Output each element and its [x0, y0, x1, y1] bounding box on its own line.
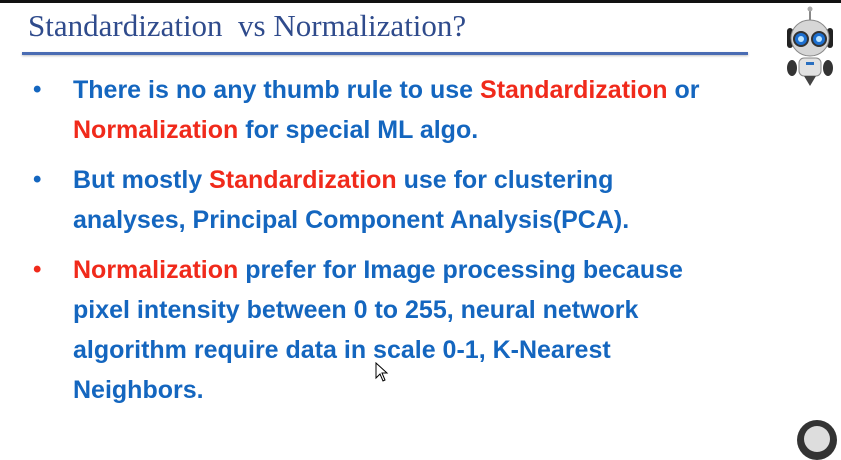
bullet-dot: • [33, 76, 42, 103]
text-segment: or [667, 76, 700, 104]
presenter-avatar-icon [797, 420, 837, 460]
text-segment: use for clustering [396, 166, 614, 194]
text-segment: Neighbors. [73, 376, 204, 404]
robot-icon [782, 6, 838, 93]
bullet-line: But mostly Standardization use for clust… [73, 160, 613, 200]
title-underline [22, 52, 748, 55]
highlighted-term: Normalization [73, 116, 239, 144]
text-segment: But mostly [73, 166, 210, 194]
text-segment: analyses, Principal Component Analysis(P… [73, 206, 630, 234]
bullet-line: Normalization prefer for Image processin… [73, 250, 683, 290]
video-top-bar [0, 0, 841, 3]
text-segment: There is no any thumb rule to use [73, 76, 481, 104]
bullet-line: Neighbors. [73, 370, 204, 410]
bullet-line: algorithm require data in scale 0-1, K-N… [73, 330, 611, 370]
slide-title: Standardization vs Normalization? [28, 8, 467, 43]
mouse-cursor-icon [375, 361, 389, 387]
text-segment: prefer for Image processing because [238, 256, 683, 284]
highlighted-term: Standardization [480, 76, 668, 104]
bullet-dot: • [33, 166, 42, 193]
bullet-line: Normalization for special ML algo. [73, 110, 478, 150]
text-segment: pixel intensity between 0 to 255, neural… [73, 296, 639, 324]
text-segment: algorithm require data in scale 0-1, K-N… [73, 336, 611, 364]
bullet-line: pixel intensity between 0 to 255, neural… [73, 290, 638, 330]
bullet-line: There is no any thumb rule to use Standa… [73, 70, 699, 110]
text-segment: for special ML algo. [238, 116, 479, 144]
highlighted-term: Normalization [73, 256, 239, 284]
bullet-dot: • [33, 256, 42, 283]
highlighted-term: Standardization [209, 166, 397, 194]
bullet-line: analyses, Principal Component Analysis(P… [73, 200, 629, 240]
